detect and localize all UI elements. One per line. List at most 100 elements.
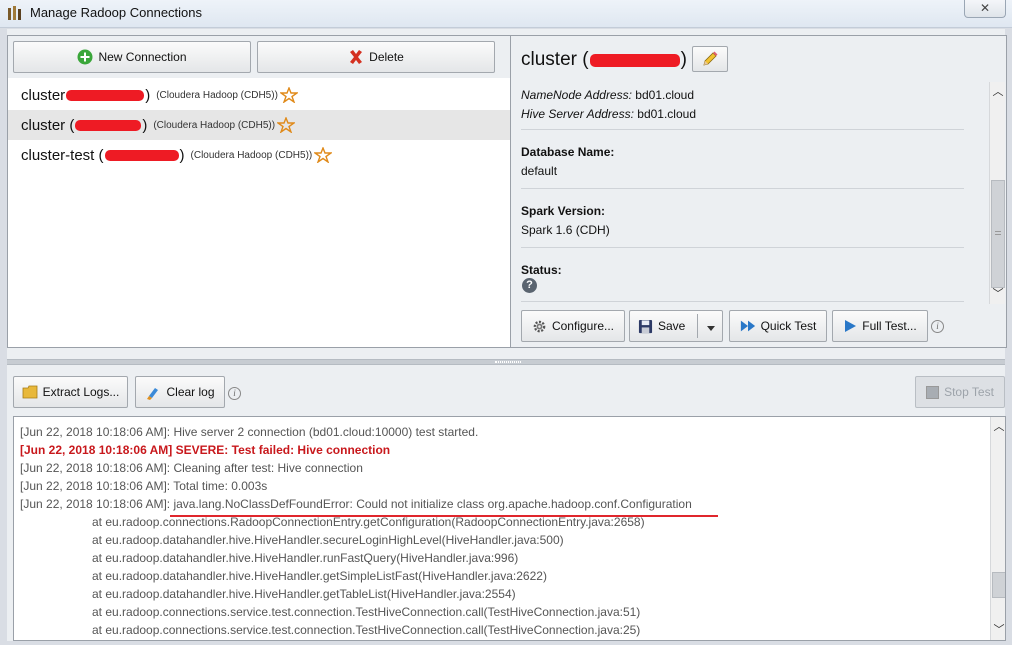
clear-log-label: Clear log bbox=[166, 385, 215, 399]
close-window-button[interactable]: ✕ bbox=[964, 0, 1006, 18]
log-line: [Jun 22, 2018 10:18:06 AM]: Total time: … bbox=[20, 479, 268, 493]
hive-server-row: Hive Server Address: bd01.cloud bbox=[521, 105, 696, 124]
connections-panel: New Connection Delete cluster ) (Clouder… bbox=[7, 35, 511, 348]
scrollbar-thumb[interactable] bbox=[992, 572, 1005, 598]
delete-connection-button[interactable]: Delete bbox=[257, 41, 495, 73]
connection-name-close: ) bbox=[179, 146, 185, 164]
namenode-row: NameNode Address: bd01.cloud bbox=[521, 86, 694, 105]
info-icon[interactable]: i bbox=[931, 320, 944, 333]
panel-splitter[interactable] bbox=[7, 359, 1005, 365]
full-test-label: Full Test... bbox=[862, 319, 917, 333]
redacted-address-mark bbox=[66, 89, 145, 101]
connection-name-close: ) bbox=[145, 86, 151, 104]
connection-details-panel: cluster ( ) NameNode Address: bd01.cloud… bbox=[511, 35, 1007, 348]
splitter-grip[interactable] bbox=[495, 361, 521, 363]
connection-name-close: ) bbox=[142, 116, 148, 134]
log-line: at eu.radoop.connections.service.test.co… bbox=[92, 605, 641, 619]
fast-forward-icon bbox=[740, 320, 755, 332]
log-output[interactable]: [Jun 22, 2018 10:18:06 AM]: Hive server … bbox=[13, 416, 1006, 641]
info-icon[interactable]: i bbox=[228, 387, 241, 400]
scroll-up-arrow-icon[interactable]: ︿ bbox=[990, 84, 1006, 100]
log-line: [Jun 22, 2018 10:18:06 AM]: Hive server … bbox=[20, 425, 479, 439]
stop-test-button[interactable]: Stop Test bbox=[915, 376, 1005, 408]
hive-server-label: Hive Server Address: bbox=[521, 107, 634, 121]
connection-type: (Cloudera Hadoop (CDH5)) bbox=[190, 149, 313, 161]
log-lines: [Jun 22, 2018 10:18:06 AM]: Hive server … bbox=[20, 423, 985, 639]
save-label: Save bbox=[658, 319, 686, 333]
edit-name-button[interactable] bbox=[692, 46, 728, 72]
window-title: Manage Radoop Connections bbox=[30, 5, 203, 20]
pencil-icon bbox=[703, 51, 718, 66]
new-connection-label: New Connection bbox=[98, 50, 187, 64]
connection-detail-title: cluster ( ) bbox=[521, 49, 687, 71]
connection-details-scroll: NameNode Address: bd01.cloud Hive Server… bbox=[521, 86, 981, 302]
scroll-up-arrow-icon[interactable]: ︿ bbox=[991, 419, 1005, 435]
add-icon bbox=[77, 49, 93, 65]
connection-item-cluster[interactable]: cluster ) (Cloudera Hadoop (CDH5)) bbox=[8, 80, 510, 110]
connection-name: cluster bbox=[21, 86, 66, 104]
connection-name: cluster ( bbox=[21, 116, 75, 134]
log-line: at eu.radoop.connections.service.test.co… bbox=[92, 623, 641, 637]
connection-type: (Cloudera Hadoop (CDH5)) bbox=[156, 89, 278, 101]
connection-name: cluster-test ( bbox=[21, 146, 104, 164]
database-name-label: Database Name: bbox=[521, 145, 615, 159]
title-bar: Manage Radoop Connections ✕ bbox=[0, 0, 1012, 28]
save-disk-icon bbox=[638, 319, 653, 333]
namenode-value: bd01.cloud bbox=[635, 88, 695, 102]
scrollbar-thumb[interactable] bbox=[991, 180, 1005, 288]
quick-test-button[interactable]: Quick Test bbox=[729, 310, 827, 342]
hadoop-star-icon bbox=[314, 147, 333, 163]
save-button[interactable]: Save bbox=[629, 310, 723, 342]
details-scrollbar[interactable]: ︿ ﹀ bbox=[989, 82, 1005, 304]
folder-icon bbox=[22, 385, 38, 399]
log-line: [Jun 22, 2018 10:18:06 AM] SEVERE: Test … bbox=[20, 443, 391, 457]
new-connection-button[interactable]: New Connection bbox=[13, 41, 251, 73]
hive-server-value: bd01.cloud bbox=[637, 107, 696, 121]
save-dropdown-arrow-icon[interactable] bbox=[706, 321, 716, 335]
stop-square-icon bbox=[926, 385, 940, 399]
log-line: [Jun 22, 2018 10:18:06 AM]: java.lang.No… bbox=[20, 497, 692, 511]
redacted-address-mark bbox=[75, 119, 142, 131]
divider bbox=[521, 188, 964, 189]
connection-item-cluster-selected[interactable]: cluster ( ) (Cloudera Hadoop (CDH5)) bbox=[8, 110, 510, 140]
eraser-brush-icon bbox=[147, 388, 159, 400]
extract-logs-button[interactable]: Extract Logs... bbox=[13, 376, 128, 408]
redacted-address-mark bbox=[589, 53, 680, 67]
connections-toolbar: New Connection Delete bbox=[8, 36, 510, 78]
quick-test-label: Quick Test bbox=[760, 319, 817, 333]
divider bbox=[521, 129, 964, 130]
scroll-down-arrow-icon[interactable]: ﹀ bbox=[991, 622, 1005, 638]
hadoop-star-icon bbox=[279, 87, 298, 103]
configure-button[interactable]: Configure... bbox=[521, 310, 625, 342]
log-line: at eu.radoop.datahandler.hive.HiveHandle… bbox=[92, 551, 519, 565]
log-line: at eu.radoop.datahandler.hive.HiveHandle… bbox=[92, 533, 564, 547]
log-scrollbar[interactable]: ︿ ﹀ bbox=[990, 417, 1005, 640]
log-line: [Jun 22, 2018 10:18:06 AM]: Cleaning aft… bbox=[20, 461, 363, 475]
radoop-app-icon bbox=[8, 6, 21, 20]
connection-item-cluster-test[interactable]: cluster-test ( ) (Cloudera Hadoop (CDH5)… bbox=[8, 140, 510, 170]
gear-icon bbox=[533, 320, 546, 332]
divider bbox=[521, 301, 964, 302]
spark-version-label: Spark Version: bbox=[521, 204, 606, 218]
full-test-button[interactable]: Full Test... bbox=[832, 310, 928, 342]
extract-logs-label: Extract Logs... bbox=[42, 385, 120, 399]
divider bbox=[521, 247, 964, 248]
connection-type: (Cloudera Hadoop (CDH5)) bbox=[153, 119, 276, 131]
configure-label: Configure... bbox=[551, 319, 615, 333]
log-line: at eu.radoop.datahandler.hive.HiveHandle… bbox=[92, 587, 516, 601]
delete-label: Delete bbox=[369, 50, 404, 64]
stop-test-label: Stop Test bbox=[944, 385, 994, 399]
spark-version-value: Spark 1.6 (CDH) bbox=[521, 223, 610, 237]
status-label: Status: bbox=[521, 263, 562, 277]
scroll-down-arrow-icon[interactable]: ﹀ bbox=[990, 286, 1006, 302]
delete-x-icon bbox=[350, 50, 363, 64]
detail-title-suffix: ) bbox=[680, 49, 687, 70]
play-icon bbox=[845, 320, 857, 332]
log-line: at eu.radoop.datahandler.hive.HiveHandle… bbox=[92, 569, 547, 583]
clear-log-button[interactable]: Clear log bbox=[135, 376, 225, 408]
error-underline-annotation bbox=[170, 515, 718, 517]
redacted-address-mark bbox=[104, 149, 179, 161]
database-name-value: default bbox=[521, 164, 558, 178]
detail-title-prefix: cluster ( bbox=[521, 49, 589, 70]
status-help-icon[interactable]: ? bbox=[522, 278, 537, 293]
